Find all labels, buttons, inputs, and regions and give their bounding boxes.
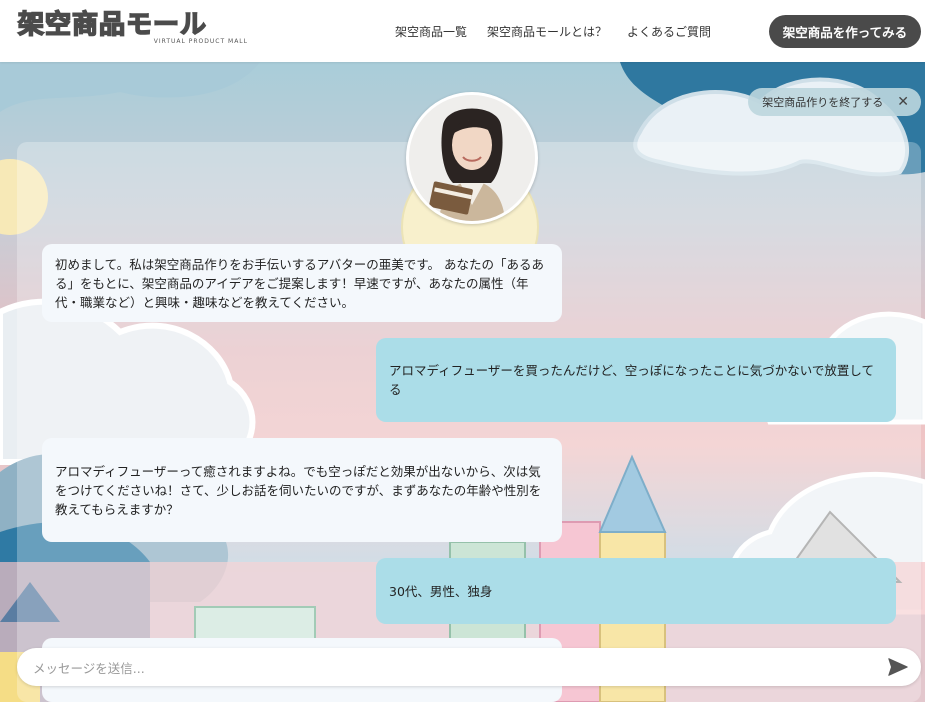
logo-text: 架空商品モール [17,9,208,41]
chat-message-user: 30代、男性、独身 [376,558,896,624]
message-text: 30代、男性、独身 [389,583,493,599]
message-text: アロマディフューザーって癒されますよね。でも空っぽだと効果が出ないから、次は気を… [55,463,542,517]
message-text: 初めまして。私は架空商品作りをお手伝いするアバターの亜美です。 あなたの「あるあ… [55,256,544,310]
chat-message-bot: 初めまして。私は架空商品作りをお手伝いするアバターの亜美です。 あなたの「あるあ… [42,244,562,322]
end-session-label: 架空商品作りを終了する [762,96,884,109]
chat-message-bot: アロマディフューザーって癒されますよね。でも空っぽだと効果が出ないから、次は気を… [42,438,562,542]
avatar-portrait [409,95,535,221]
message-input[interactable] [31,648,855,688]
chat-message-user: アロマディフューザーを買ったんだけど、空っぽになったことに気づかないで放置してる [376,338,896,422]
main-nav: 架空商品一覧 架空商品モールとは？ よくあるご質問 [395,0,711,62]
nav-about[interactable]: 架空商品モールとは？ [487,23,607,40]
nav-product-list[interactable]: 架空商品一覧 [395,23,467,40]
nav-faq[interactable]: よくあるご質問 [627,23,711,40]
message-text: アロマディフューザーを買ったんだけど、空っぽになったことに気づかないで放置してる [389,363,875,397]
logo-subtitle: VIRTUAL PRODUCT MALL [153,38,248,45]
create-product-button[interactable]: 架空商品を作ってみる [769,15,921,48]
close-icon[interactable]: ✕ [897,94,909,110]
message-composer [17,648,921,688]
site-header: 架空商品モール VIRTUAL PRODUCT MALL 架空商品一覧 架空商品… [0,0,925,62]
send-icon[interactable] [887,656,909,678]
avatar [406,92,538,224]
site-logo[interactable]: 架空商品モール VIRTUAL PRODUCT MALL [17,9,250,50]
end-session-button[interactable]: 架空商品作りを終了する ✕ [748,88,921,116]
